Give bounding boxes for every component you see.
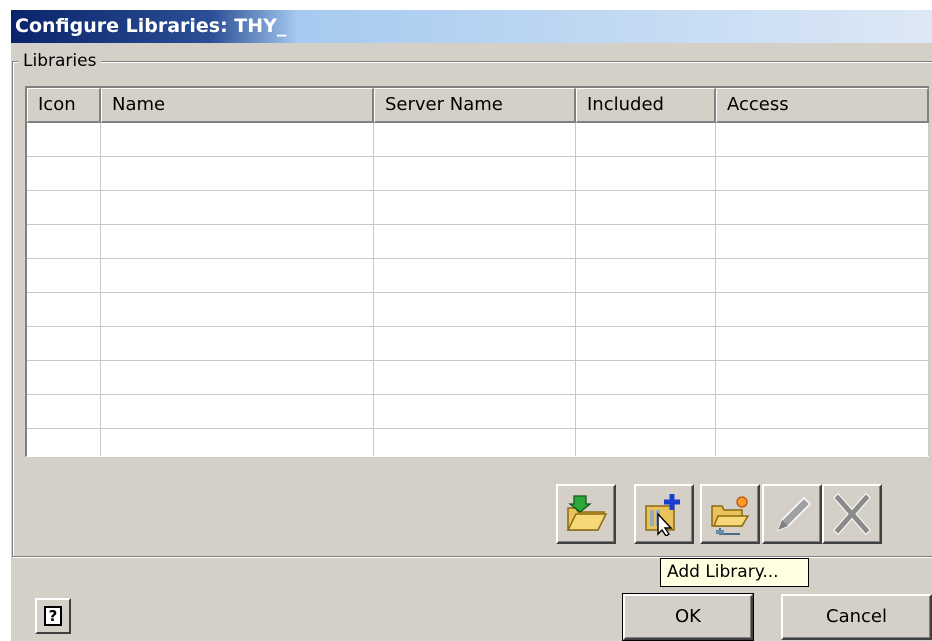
- table-cell[interactable]: [27, 123, 101, 157]
- table-cell[interactable]: [374, 361, 576, 395]
- table-cell[interactable]: [374, 123, 576, 157]
- table-cell[interactable]: [576, 225, 716, 259]
- table-cell[interactable]: [101, 259, 374, 293]
- cancel-button[interactable]: Cancel: [781, 594, 932, 640]
- table-cell[interactable]: [716, 157, 929, 191]
- open-library-button[interactable]: [556, 484, 616, 544]
- add-library-button[interactable]: [634, 484, 694, 544]
- table-cell[interactable]: [576, 429, 716, 456]
- create-library-icon: [708, 492, 752, 536]
- remove-library-icon: [830, 492, 874, 536]
- table-cell[interactable]: [374, 429, 576, 456]
- table-row[interactable]: [27, 327, 929, 361]
- column-header-included[interactable]: Included: [576, 88, 716, 123]
- table-cell[interactable]: [576, 123, 716, 157]
- table-row[interactable]: [27, 123, 929, 157]
- create-library-button[interactable]: [700, 484, 760, 544]
- table-cell[interactable]: [27, 395, 101, 429]
- add-library-tooltip: Add Library...: [660, 558, 809, 587]
- table-cell[interactable]: [374, 225, 576, 259]
- table-cell[interactable]: [101, 123, 374, 157]
- window-title-bar[interactable]: Configure Libraries: THY_: [11, 10, 298, 43]
- table-header: Icon Name Server Name Included Access: [27, 88, 929, 123]
- window-title: Configure Libraries: THY_: [15, 15, 287, 37]
- table-row[interactable]: [27, 429, 929, 456]
- table-row[interactable]: [27, 293, 929, 327]
- libraries-table[interactable]: Icon Name Server Name Included Access: [25, 86, 929, 457]
- table-cell[interactable]: [374, 259, 576, 293]
- screen-left-edge: [0, 0, 11, 641]
- table-row[interactable]: [27, 225, 929, 259]
- add-library-icon: [642, 492, 686, 536]
- table-cell[interactable]: [716, 259, 929, 293]
- table-row[interactable]: [27, 259, 929, 293]
- table-cell[interactable]: [27, 293, 101, 327]
- table-cell[interactable]: [576, 327, 716, 361]
- table-cell[interactable]: [576, 395, 716, 429]
- table-cell[interactable]: [101, 361, 374, 395]
- table-cell[interactable]: [576, 293, 716, 327]
- table-cell[interactable]: [374, 327, 576, 361]
- table-cell[interactable]: [27, 361, 101, 395]
- open-library-folder-icon: [564, 492, 608, 536]
- table-cell[interactable]: [716, 191, 929, 225]
- table-cell[interactable]: [27, 157, 101, 191]
- table-cell[interactable]: [101, 157, 374, 191]
- table-cell[interactable]: [27, 327, 101, 361]
- table-cell[interactable]: [374, 157, 576, 191]
- table-cell[interactable]: [101, 191, 374, 225]
- table-cell[interactable]: [101, 293, 374, 327]
- table-cell[interactable]: [101, 225, 374, 259]
- table-cell[interactable]: [101, 395, 374, 429]
- table-cell[interactable]: [716, 327, 929, 361]
- table-cell[interactable]: [374, 293, 576, 327]
- remove-library-button: [822, 484, 882, 544]
- table-cell[interactable]: [716, 293, 929, 327]
- table-cell[interactable]: [716, 395, 929, 429]
- table-cell[interactable]: [576, 259, 716, 293]
- table-cell[interactable]: [716, 225, 929, 259]
- help-icon: ?: [44, 606, 62, 626]
- table-cell[interactable]: [27, 191, 101, 225]
- column-header-access[interactable]: Access: [716, 88, 929, 123]
- table-cell[interactable]: [716, 123, 929, 157]
- ok-button[interactable]: OK: [622, 593, 754, 641]
- edit-library-icon: [770, 492, 814, 536]
- table-cell[interactable]: [27, 429, 101, 456]
- table-row[interactable]: [27, 157, 929, 191]
- table-cell[interactable]: [27, 259, 101, 293]
- column-header-icon[interactable]: Icon: [27, 88, 101, 123]
- edit-library-button: [762, 484, 822, 544]
- table-cell[interactable]: [716, 361, 929, 395]
- table-row[interactable]: [27, 361, 929, 395]
- table-cell[interactable]: [576, 361, 716, 395]
- table-cell[interactable]: [101, 429, 374, 456]
- table-cell[interactable]: [101, 327, 374, 361]
- libraries-group-label: Libraries: [18, 50, 102, 72]
- table-cell[interactable]: [374, 395, 576, 429]
- table-row[interactable]: [27, 191, 929, 225]
- table-cell[interactable]: [374, 191, 576, 225]
- column-header-name[interactable]: Name: [101, 88, 374, 123]
- table-cell[interactable]: [576, 191, 716, 225]
- column-header-server-name[interactable]: Server Name: [374, 88, 576, 123]
- title-bar-gradient: [298, 10, 932, 43]
- table-cell[interactable]: [27, 225, 101, 259]
- help-button[interactable]: ?: [35, 598, 71, 634]
- table-row[interactable]: [27, 395, 929, 429]
- screen-top-edge: [0, 0, 932, 10]
- table-body: [27, 123, 929, 456]
- table-cell[interactable]: [576, 157, 716, 191]
- table-cell[interactable]: [716, 429, 929, 456]
